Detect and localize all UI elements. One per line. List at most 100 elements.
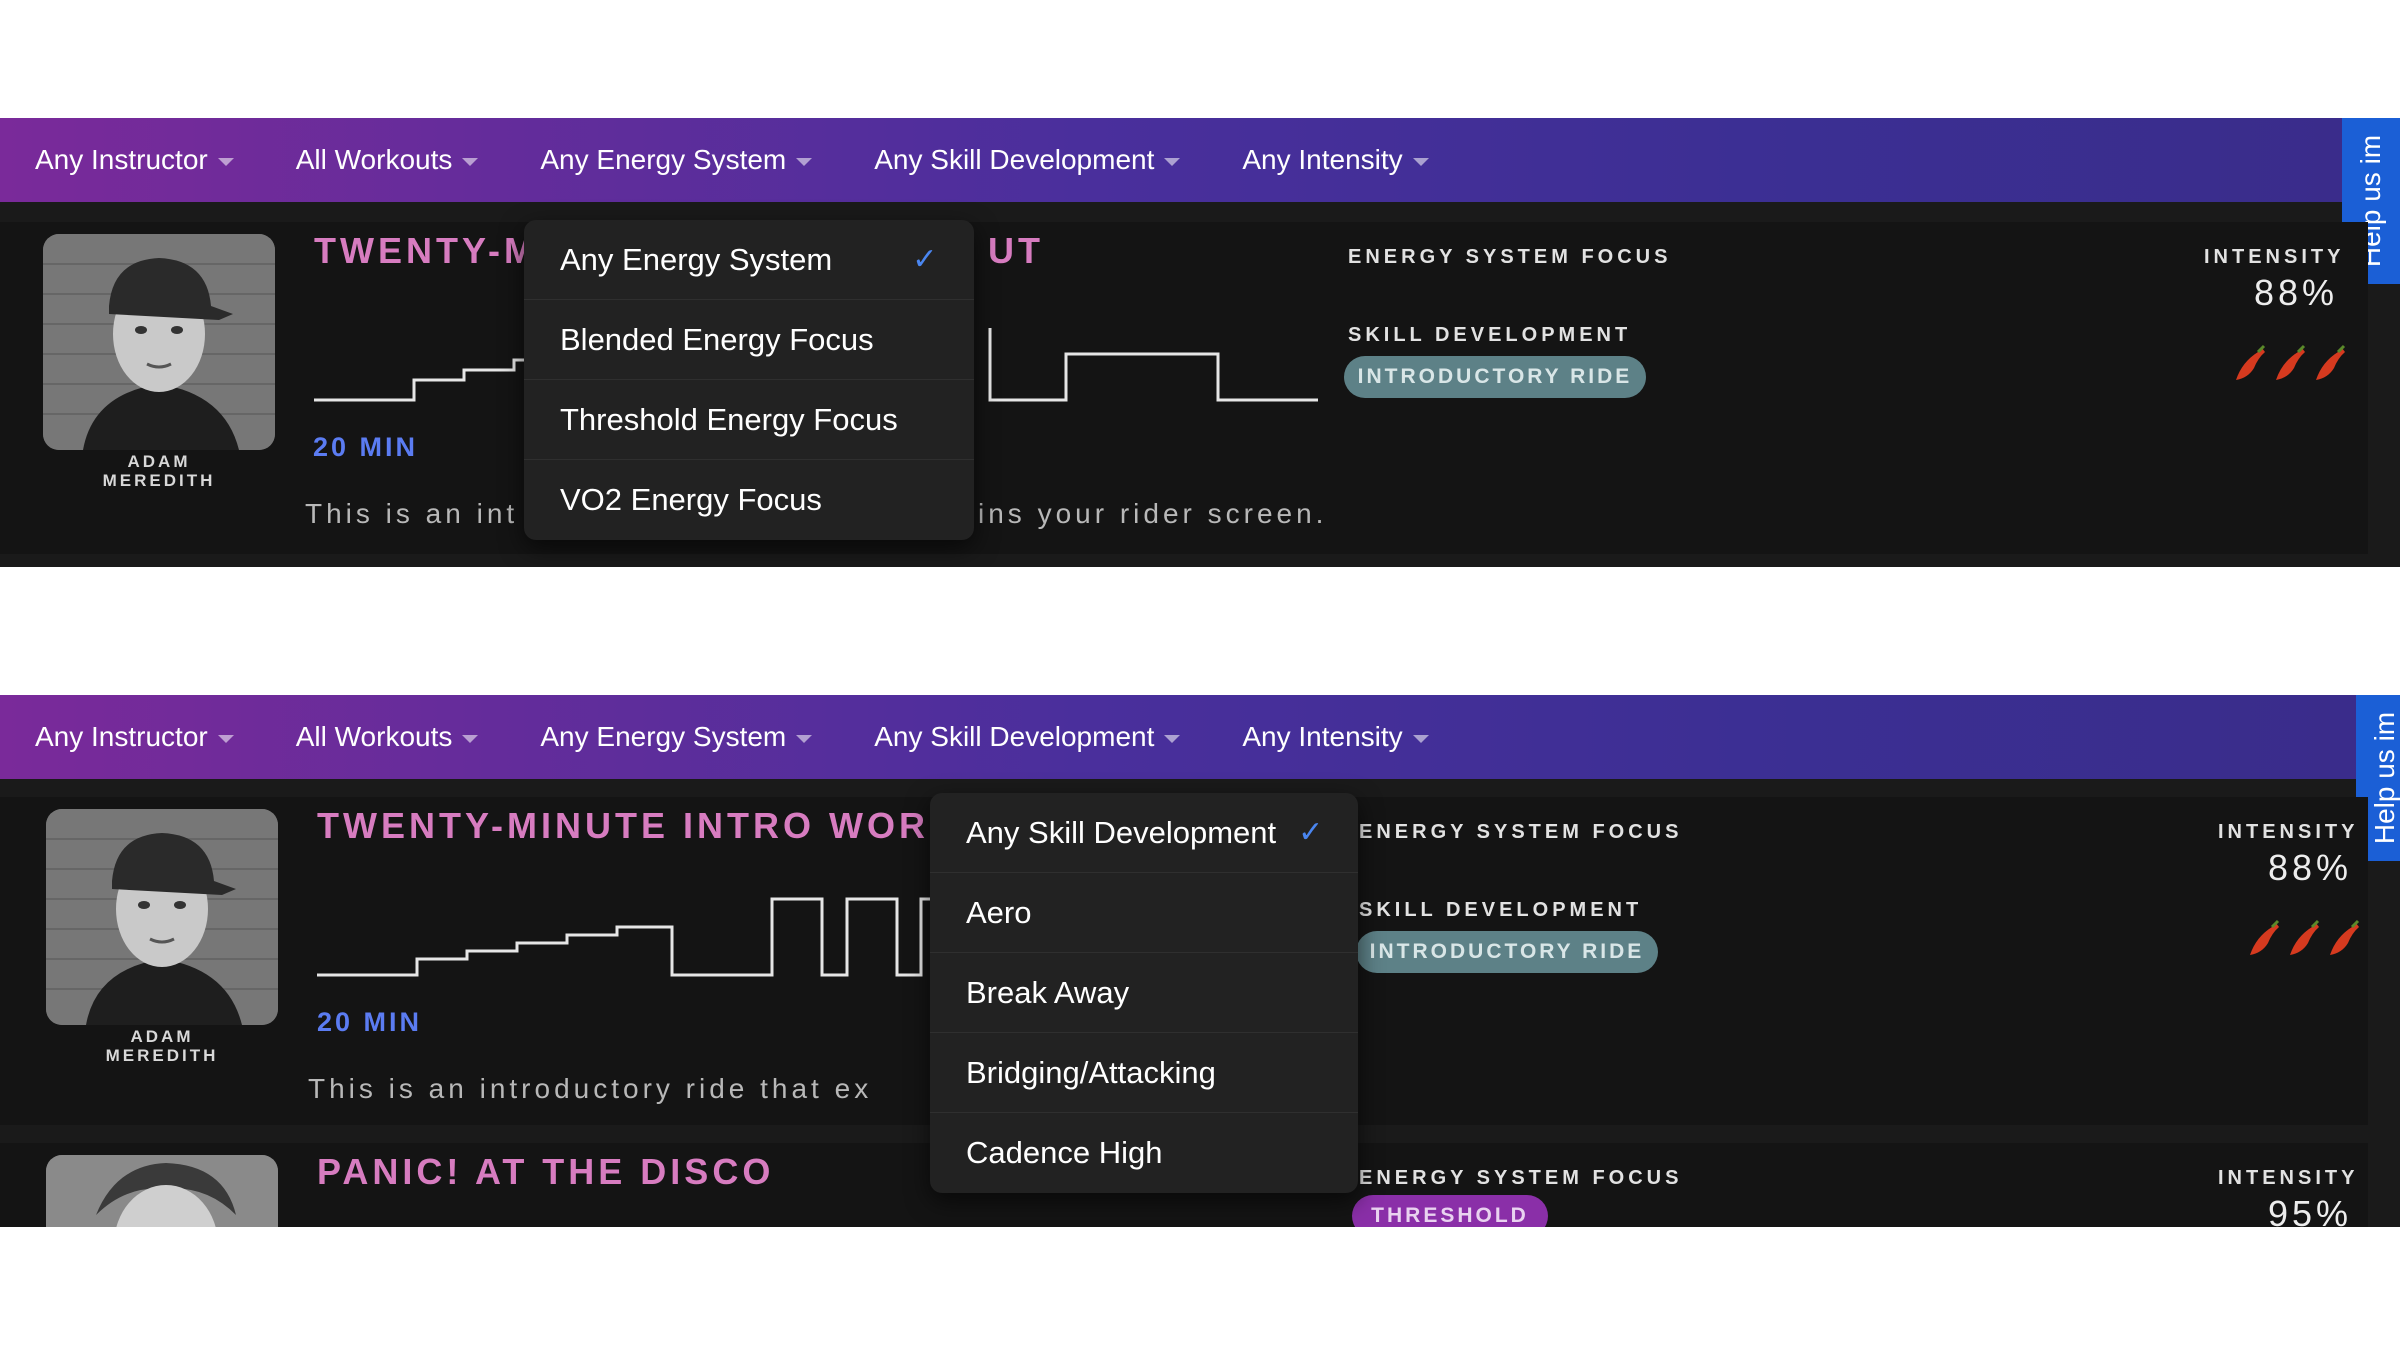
help-tab-label: Help us im <box>2369 711 2400 845</box>
filter-instructor[interactable]: Any Instructor <box>35 144 234 176</box>
energy-system-focus-label: ENERGY SYSTEM FOCUS <box>1348 246 1672 268</box>
filter-intensity[interactable]: Any Intensity <box>1242 144 1429 176</box>
dropdown-option-break-away[interactable]: Break Away <box>930 953 1358 1033</box>
chevron-down-icon <box>796 158 813 166</box>
intensity-peppers <box>2232 344 2348 384</box>
workout-description-right: ins your rider screen. <box>978 498 1328 529</box>
instructor-last-name: MEREDITH <box>105 1046 219 1065</box>
option-label: Break Away <box>966 974 1130 1010</box>
filter-instructor-label: Any Instructor <box>35 144 208 175</box>
dropdown-option-any-skill-development[interactable]: Any Skill Development ✓ <box>930 793 1358 873</box>
filter-energy-system-label: Any Energy System <box>540 144 787 175</box>
workout-description: This is an introductory ride that ex <box>308 1073 873 1104</box>
option-label: Any Skill Development <box>966 814 1277 850</box>
energy-system-dropdown[interactable]: Any Energy System ✓ Blended Energy Focus … <box>524 220 974 540</box>
filter-intensity[interactable]: Any Intensity <box>1242 721 1429 753</box>
instructor-photo-icon <box>43 234 275 450</box>
filter-bar: Any Instructor All Workouts Any Energy S… <box>0 695 2400 779</box>
chevron-down-icon <box>462 158 479 166</box>
intensity-label: INTENSITY <box>2204 246 2345 268</box>
intensity-label: INTENSITY <box>2218 1167 2359 1189</box>
checkmark-icon: ✓ <box>1298 816 1324 849</box>
filter-workouts[interactable]: All Workouts <box>296 721 479 753</box>
intensity-value: 95% <box>2268 1193 2353 1227</box>
chevron-down-icon <box>796 735 813 743</box>
filter-skill-development-label: Any Skill Development <box>874 721 1155 752</box>
filter-energy-system[interactable]: Any Energy System <box>540 144 813 176</box>
instructor-first-name: ADAM <box>127 452 191 471</box>
intensity-value: 88% <box>2254 272 2339 313</box>
workout-title[interactable]: PANIC! AT THE DISCO <box>317 1151 774 1193</box>
filter-workouts[interactable]: All Workouts <box>296 144 479 176</box>
chevron-down-icon <box>1164 158 1181 166</box>
workout-duration: 20 MIN <box>317 1007 423 1037</box>
skill-pill-introductory-ride: INTRODUCTORY RIDE <box>1344 356 1646 398</box>
option-label: VO2 Energy Focus <box>560 482 822 517</box>
workout-title-left[interactable]: TWENTY-M <box>314 230 538 272</box>
chili-pepper-icon <box>2276 344 2306 380</box>
filter-energy-system-label: Any Energy System <box>540 721 787 752</box>
instructor-avatar <box>46 1155 278 1227</box>
filter-skill-development-label: Any Skill Development <box>874 144 1155 175</box>
dropdown-option-blended-energy-focus[interactable]: Blended Energy Focus <box>524 300 974 380</box>
energy-system-focus-label: ENERGY SYSTEM FOCUS <box>1359 821 1683 843</box>
chili-pepper-icon <box>2330 919 2360 955</box>
chevron-down-icon <box>1164 735 1181 743</box>
workout-card[interactable]: ADAM MEREDITH TWENTY-M UT 20 MIN This is… <box>0 222 2368 554</box>
filter-intensity-label: Any Intensity <box>1242 144 1403 175</box>
workout-title[interactable]: TWENTY-MINUTE INTRO WOR <box>317 805 929 847</box>
dropdown-option-cadence-high[interactable]: Cadence High <box>930 1113 1358 1193</box>
filter-bar: Any Instructor All Workouts Any Energy S… <box>0 118 2400 202</box>
filter-instructor-label: Any Instructor <box>35 721 208 752</box>
chevron-down-icon <box>1412 735 1429 743</box>
filter-skill-development[interactable]: Any Skill Development <box>874 144 1181 176</box>
option-label: Blended Energy Focus <box>560 321 874 357</box>
option-label: Cadence High <box>966 1135 1163 1170</box>
instructor-avatar <box>46 809 278 1025</box>
skill-pill-introductory-ride: INTRODUCTORY RIDE <box>1356 931 1658 973</box>
option-label: Aero <box>966 894 1032 930</box>
workout-description-left: This is an int <box>305 498 519 529</box>
filter-energy-system[interactable]: Any Energy System <box>540 721 813 753</box>
filter-intensity-label: Any Intensity <box>1242 721 1403 752</box>
instructor-name: ADAM MEREDITH <box>46 1027 278 1065</box>
energy-pill-threshold: THRESHOLD <box>1352 1195 1548 1227</box>
instructor-first-name: ADAM <box>130 1027 194 1046</box>
instructor-last-name: MEREDITH <box>102 471 216 490</box>
intensity-label: INTENSITY <box>2218 821 2359 843</box>
dropdown-option-bridging-attacking[interactable]: Bridging/Attacking <box>930 1033 1358 1113</box>
dropdown-option-threshold-energy-focus[interactable]: Threshold Energy Focus <box>524 380 974 460</box>
skill-development-dropdown[interactable]: Any Skill Development ✓ Aero Break Away B… <box>930 793 1358 1193</box>
chevron-down-icon <box>217 735 234 743</box>
chevron-down-icon <box>1412 158 1429 166</box>
chili-pepper-icon <box>2250 919 2280 955</box>
option-label: Threshold Energy Focus <box>560 401 898 437</box>
chili-pepper-icon <box>2316 344 2346 380</box>
instructor-photo-icon <box>46 809 278 1025</box>
option-label: Bridging/Attacking <box>966 1054 1216 1090</box>
intensity-value: 88% <box>2268 847 2353 888</box>
chili-pepper-icon <box>2290 919 2320 955</box>
dropdown-option-any-energy-system[interactable]: Any Energy System ✓ <box>524 220 974 300</box>
filter-workouts-label: All Workouts <box>295 721 453 752</box>
option-label: Any Energy System <box>560 241 833 277</box>
filter-instructor[interactable]: Any Instructor <box>35 721 234 753</box>
instructor-avatar <box>43 234 275 450</box>
energy-system-focus-label: ENERGY SYSTEM FOCUS <box>1359 1167 1683 1189</box>
workout-duration: 20 MIN <box>313 432 419 462</box>
filter-skill-development[interactable]: Any Skill Development <box>874 721 1181 753</box>
instructor-photo-icon <box>46 1155 278 1227</box>
checkmark-icon: ✓ <box>912 243 938 276</box>
instructor-name: ADAM MEREDITH <box>43 452 275 490</box>
dropdown-option-vo2-energy-focus[interactable]: VO2 Energy Focus <box>524 460 974 540</box>
intensity-peppers <box>2246 919 2362 959</box>
workout-browser-panel-bottom: Any Instructor All Workouts Any Energy S… <box>0 695 2400 1227</box>
skill-development-label: SKILL DEVELOPMENT <box>1359 899 1643 921</box>
workout-power-profile <box>317 897 933 977</box>
dropdown-option-aero[interactable]: Aero <box>930 873 1358 953</box>
skill-development-label: SKILL DEVELOPMENT <box>1348 324 1632 346</box>
chevron-down-icon <box>217 158 234 166</box>
chevron-down-icon <box>462 735 479 743</box>
chili-pepper-icon <box>2236 344 2266 380</box>
workout-title-right[interactable]: UT <box>988 230 1044 272</box>
